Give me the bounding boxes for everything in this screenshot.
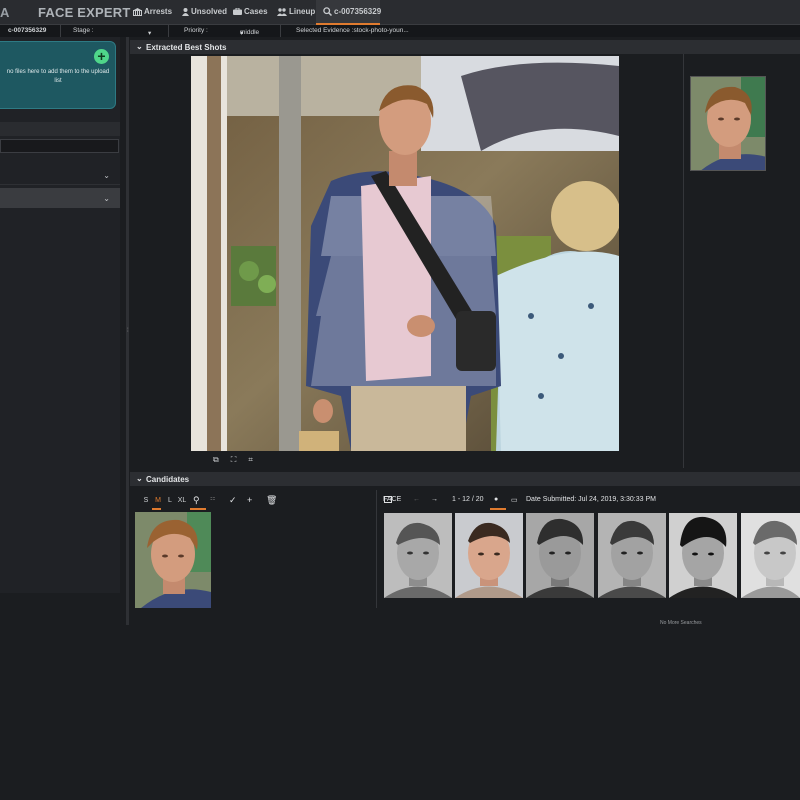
best-shots-title: Extracted Best Shots (146, 43, 227, 52)
candidates-divider (376, 490, 377, 608)
next-page-icon[interactable]: → (431, 496, 438, 503)
id-card-icon[interactable]: ▭ (511, 496, 518, 504)
selected-evidence: Selected Evidence :stock-photo-youn... (296, 27, 409, 34)
case-id: c-007356329 (8, 27, 47, 34)
candidates-header[interactable]: ⌄ Candidates (130, 472, 800, 486)
info-separator (280, 25, 281, 37)
face-box-icon (384, 496, 392, 503)
person-icon (182, 7, 189, 16)
left-dropdown-1[interactable]: ⌄ (0, 165, 120, 185)
nav-arrests[interactable]: Arrests (133, 7, 172, 16)
crop-icon[interactable]: ⌗ (248, 455, 253, 465)
fullscreen-icon[interactable]: ⛶ (231, 455, 237, 465)
nav-unsolved[interactable]: Unsolved (182, 7, 227, 16)
plus-icon: + (97, 48, 106, 64)
compare-icon[interactable]: ⚏ (210, 495, 215, 502)
best-shots-header[interactable]: ⌄ Extracted Best Shots (130, 40, 800, 54)
nav-unsolved-label: Unsolved (191, 7, 228, 16)
chevron-down-icon: ⌄ (136, 474, 143, 483)
chevron-down-icon: ⌄ (136, 42, 143, 51)
top-nav-bar: A FACE EXPERT Arrests Unsolved Cases Lin… (0, 0, 800, 25)
briefcase-icon (233, 8, 242, 15)
size-xl-button[interactable]: XL (176, 497, 188, 504)
size-l-button[interactable]: L (164, 497, 176, 504)
info-separator (60, 25, 61, 37)
left-text-field[interactable] (0, 139, 119, 153)
size-active-underline (152, 508, 161, 510)
nav-cases-label: Cases (244, 7, 268, 16)
trash-icon[interactable]: 🗑 (266, 495, 277, 506)
tool-active-underline (190, 508, 206, 510)
upload-dropzone[interactable]: + no files here to add them to the uploa… (0, 41, 116, 109)
size-selector: S M L XL (140, 497, 188, 504)
candidate-face-4[interactable] (598, 513, 666, 598)
prev-page-icon[interactable]: ← (413, 496, 420, 503)
candidate-face-5[interactable] (669, 513, 737, 598)
date-submitted: Date Submitted: Jul 24, 2019, 3:30:33 PM (526, 496, 656, 503)
page-range: 1 - 12 / 20 (452, 496, 484, 503)
caret-down-icon: ▾ (240, 30, 244, 37)
candidate-face-2[interactable] (455, 513, 523, 598)
chevron-down-icon: ⌄ (103, 194, 110, 203)
nav-lineup-label: Lineup (289, 7, 316, 16)
chevron-down-icon: ⌄ (103, 171, 110, 180)
plus-icon[interactable]: + (247, 495, 252, 505)
info-separator (168, 25, 169, 37)
building-icon (133, 7, 142, 16)
photo-toolbar: ⧉ ⛶ ⌗ (213, 455, 253, 465)
no-more-searches-text: No More Searches (660, 620, 702, 625)
person-view-icon[interactable]: ● (494, 496, 498, 503)
shots-divider (683, 54, 684, 468)
dropzone-text: no files here to add them to the upload … (6, 69, 110, 84)
add-file-button[interactable]: + (94, 49, 109, 64)
stage-label: Stage : (73, 27, 94, 34)
face-search-icon[interactable]: ⚲ (193, 495, 200, 506)
candidate-face-3[interactable] (526, 513, 594, 598)
probe-face-image[interactable] (135, 512, 211, 608)
face-expert-app: A FACE EXPERT Arrests Unsolved Cases Lin… (0, 0, 800, 800)
caret-down-icon: ▾ (148, 30, 152, 37)
check-icon[interactable]: ✓ (229, 495, 237, 506)
drag-handle-icon[interactable]: ⁞ (127, 328, 129, 334)
app-brand: FACE EXPERT (38, 5, 131, 20)
best-shot-thumbnail[interactable] (690, 76, 766, 171)
nav-lineup[interactable]: Lineup (277, 7, 315, 16)
case-info-bar: c-007356329 Stage : ▾ Priority : middle … (0, 25, 800, 37)
search-icon (323, 7, 332, 16)
nav-arrests-label: Arrests (144, 7, 173, 16)
left-panel: + no files here to add them to the uploa… (0, 37, 120, 593)
view-active-underline (490, 508, 506, 510)
nav-cases[interactable]: Cases (233, 7, 268, 16)
left-dropdown-2[interactable]: ⌄ (0, 188, 120, 208)
group-icon (277, 7, 287, 16)
brand-prefix: A (0, 5, 10, 20)
candidate-face-1[interactable] (384, 513, 452, 598)
size-s-button[interactable]: S (140, 497, 152, 504)
size-m-button[interactable]: M (152, 497, 164, 504)
candidate-face-6[interactable] (741, 513, 800, 598)
candidates-title: Candidates (146, 475, 190, 484)
evidence-photo (191, 56, 619, 451)
tab-case-label: c-007356329 (334, 7, 382, 16)
tab-case[interactable]: c-007356329 (323, 7, 381, 16)
priority-label: Priority : (184, 27, 208, 34)
left-section-header (0, 122, 120, 136)
copy-icon[interactable]: ⧉ (213, 455, 219, 465)
